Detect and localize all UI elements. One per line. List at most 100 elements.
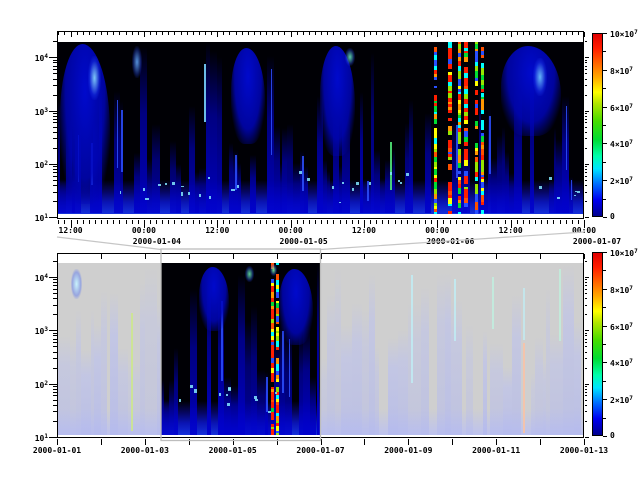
y-tick: [603, 51, 606, 52]
x-tick: [272, 32, 273, 35]
event-segment: [458, 163, 461, 167]
y-tick: [53, 392, 57, 393]
event-segment: [448, 157, 452, 160]
bright-dot: [268, 411, 271, 413]
event-segment: [464, 179, 468, 184]
x-tick: [145, 254, 146, 259]
bright-dot: [219, 393, 221, 396]
spectro-column: [257, 370, 265, 435]
colorbar-overview: [592, 252, 603, 436]
x-tick: [456, 32, 457, 35]
x-tick: [382, 220, 383, 225]
x-tick: [560, 32, 561, 35]
y-tick: [585, 335, 588, 336]
x-tick: [584, 439, 585, 445]
y-tick: [603, 199, 606, 200]
y-tick: [585, 392, 588, 393]
y-tick: [53, 41, 57, 42]
colorbar-tick-label: 8×107: [610, 284, 633, 296]
bright-dot: [228, 387, 231, 390]
spectro-column-core: [282, 331, 284, 393]
x-tick: [89, 220, 90, 225]
x-tick: [266, 32, 267, 35]
x-tick: [101, 439, 102, 445]
x-tick: [284, 220, 285, 225]
bright-dot: [231, 189, 234, 192]
overview-selected-range[interactable]: [161, 263, 321, 435]
y-tick: [603, 143, 607, 144]
x-tick: [529, 220, 530, 225]
dim-column: [512, 295, 521, 435]
spectro-column-core: [117, 100, 119, 168]
event-segment: [464, 120, 468, 124]
x-tick: [370, 32, 371, 35]
y-tick: [53, 172, 57, 173]
x-tick: [553, 220, 554, 225]
x-tick: [352, 32, 353, 35]
y-tick: [603, 289, 607, 290]
x-tick: [101, 220, 102, 225]
x-tick: [217, 32, 218, 37]
x-tick: [150, 220, 151, 225]
spectro-column: [231, 385, 238, 435]
y-tick: [53, 95, 57, 96]
event-segment: [481, 55, 484, 59]
x-tick: [505, 32, 506, 35]
bright-dot: [237, 185, 239, 187]
x-tick: [456, 220, 457, 225]
x-tick: [236, 220, 237, 225]
x-tick: [333, 32, 334, 35]
y-tick: [585, 79, 588, 80]
spectro-column: [190, 289, 197, 435]
event-segment: [475, 151, 478, 155]
x-tick: [437, 32, 438, 37]
y-tick: [585, 66, 588, 67]
y-tick: [585, 293, 588, 294]
colorbar-tick-label: 4×107: [610, 357, 633, 369]
y-tick: [585, 180, 588, 181]
x-tick: [189, 439, 190, 445]
x-tick: [193, 32, 194, 35]
y-tick: [585, 395, 588, 396]
x-tick: [119, 220, 120, 225]
x-tick: [431, 220, 432, 225]
event-segment: [475, 81, 478, 86]
x-tick: [58, 220, 59, 225]
y-tick: [49, 437, 57, 438]
spectro-column: [425, 113, 431, 213]
bright-line: [204, 64, 206, 122]
y-tick: [53, 69, 57, 70]
bright-line: [523, 343, 525, 433]
bright-dot: [194, 389, 197, 392]
x-tick: [277, 439, 278, 445]
overview-x-tick-label: 2000-01-13: [560, 446, 608, 456]
x-tick: [242, 32, 243, 35]
bright-dot: [172, 182, 174, 185]
colorbar-tick-label: 8×107: [610, 65, 633, 77]
top-x-tick-date-label: 2000-01-07: [573, 237, 621, 247]
x-tick: [419, 220, 420, 225]
dim-column: [563, 265, 574, 435]
x-tick: [254, 32, 255, 35]
x-tick: [541, 32, 542, 35]
detail-panel-plot-area[interactable]: [58, 42, 584, 214]
y-tick: [53, 192, 57, 193]
event-segment: [481, 210, 484, 213]
y-tick: [53, 342, 57, 343]
event-segment: [276, 433, 279, 435]
x-tick: [309, 220, 310, 225]
x-tick: [340, 32, 341, 35]
y-tick: [53, 119, 57, 120]
x-tick: [566, 220, 567, 225]
x-tick: [236, 32, 237, 35]
y-tick: [603, 362, 607, 363]
x-tick: [401, 220, 402, 225]
x-tick: [395, 220, 396, 225]
bright-dot: [369, 182, 371, 185]
y-tick: [53, 358, 57, 359]
blue-cloud: [60, 44, 110, 204]
x-tick: [407, 32, 408, 35]
y-tick: [53, 368, 57, 369]
bright-glow: [345, 48, 355, 66]
dim-column: [466, 324, 473, 435]
